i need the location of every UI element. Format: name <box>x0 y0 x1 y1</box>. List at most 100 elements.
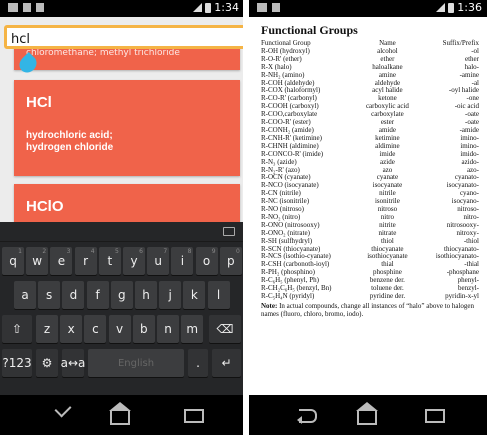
key-label: l <box>216 288 221 302</box>
key-label: y <box>130 254 138 268</box>
key-c[interactable]: c <box>84 315 107 343</box>
key-z[interactable]: z <box>36 315 58 343</box>
key-g[interactable]: g <box>110 281 133 309</box>
key-label: x <box>67 322 75 336</box>
soft-keyboard: q 1 w 2 e 3 r 4 t 5 y 6 u 7 i 8 o 9 p 0 a s d f g h j k l ⇧ z x c v b n m ⌫ ?1… <box>0 222 243 395</box>
key-label: t <box>107 254 113 268</box>
key-label: e <box>57 254 66 268</box>
back-icon[interactable] <box>54 400 72 418</box>
key-d[interactable]: d <box>62 281 85 309</box>
key-label: ⚙ <box>41 356 53 370</box>
key-label: b <box>139 322 148 336</box>
key-label: s <box>46 288 53 302</box>
symbols-key[interactable]: ?123 <box>2 349 32 377</box>
key-label: j <box>168 288 172 302</box>
key-label: k <box>190 288 198 302</box>
keyboard-toolbar <box>0 222 243 242</box>
key-r[interactable]: r4 <box>74 247 97 275</box>
table-row: R-C₅H₄N (pyridyl) pyridine der. pyridin-x-… <box>261 292 479 301</box>
key-alt-label: 0 <box>235 248 240 255</box>
shift-key[interactable]: ⇧ <box>2 315 32 343</box>
status-time: 1:36 <box>457 1 482 14</box>
recent-apps-icon[interactable] <box>425 409 445 423</box>
functional-groups-table: Functional Group Name Suffix/Prefix R-OH… <box>261 39 479 301</box>
enter-key[interactable]: ↵ <box>212 349 241 377</box>
settings-key[interactable]: ⚙ <box>36 349 58 377</box>
result-card-hcl[interactable]: HCl hydrochloric acid; hydrogen chloride <box>14 80 240 176</box>
group-cell: R-C₅H₄N (pyridyl) <box>261 292 315 300</box>
keyboard-menu-icon[interactable] <box>223 227 235 236</box>
key-u[interactable]: u7 <box>147 247 170 275</box>
key-label: a <box>21 288 29 302</box>
home-icon[interactable] <box>356 402 378 425</box>
space-key[interactable]: English <box>88 349 184 377</box>
result-formula: HCl <box>26 94 52 111</box>
key-alt-label: 9 <box>211 248 216 255</box>
period-key[interactable]: . <box>188 349 208 377</box>
document-title: Functional Groups <box>261 23 358 37</box>
key-j[interactable]: j <box>159 281 182 309</box>
key-m[interactable]: m <box>181 315 204 343</box>
key-label: a↔a <box>60 356 86 370</box>
key-alt-label: 6 <box>139 248 143 255</box>
key-label: u <box>154 254 162 268</box>
key-label: m <box>186 322 199 336</box>
key-b[interactable]: b <box>132 315 155 343</box>
column-header: Suffix/Prefix <box>442 39 479 47</box>
key-p[interactable]: p0 <box>219 247 242 275</box>
status-bar: 1:36 <box>249 0 487 17</box>
result-card-hclo[interactable]: HClO <box>14 184 240 224</box>
image-icon <box>36 3 44 12</box>
key-h[interactable]: h <box>135 281 157 309</box>
key-s[interactable]: s <box>38 281 61 309</box>
key-q[interactable]: q1 <box>2 247 24 275</box>
home-icon[interactable] <box>109 402 131 425</box>
key-label: d <box>69 288 78 302</box>
back-icon[interactable] <box>297 409 319 424</box>
key-alt-label: 7 <box>163 248 168 255</box>
image-icon <box>272 3 280 12</box>
key-x[interactable]: x <box>60 315 83 343</box>
document-note: Note: In actual compounds, change all in… <box>261 302 479 318</box>
key-t[interactable]: t5 <box>98 247 121 275</box>
key-k[interactable]: k <box>183 281 206 309</box>
key-f[interactable]: f <box>86 281 109 309</box>
key-n[interactable]: n <box>157 315 179 343</box>
status-bar: 1:34 <box>0 0 243 17</box>
key-i[interactable]: i8 <box>171 247 194 275</box>
notification-icon <box>8 3 18 12</box>
key-label: w <box>32 254 43 268</box>
result-names: chloromethane; methyl trichloride <box>26 48 180 58</box>
key-label: . <box>196 356 200 370</box>
key-o[interactable]: o9 <box>195 247 218 275</box>
key-label: English <box>117 357 155 369</box>
result-formula: HClO <box>26 198 64 215</box>
suffix-cell: pyridin-x-yl <box>445 292 479 300</box>
reference-document[interactable]: Functional Groups Functional Group Name … <box>249 17 487 395</box>
key-e[interactable]: e3 <box>50 247 73 275</box>
search-box[interactable] <box>4 25 243 49</box>
key-label: ↵ <box>221 356 232 370</box>
key-v[interactable]: v <box>108 315 131 343</box>
key-label: n <box>164 322 172 336</box>
key-a[interactable]: a <box>14 281 36 309</box>
key-alt-label: 2 <box>42 248 47 255</box>
delete-key[interactable]: ⌫ <box>209 315 241 343</box>
key-label: r <box>83 254 89 268</box>
key-label: i <box>180 254 185 268</box>
notification-icon <box>257 3 267 12</box>
status-time: 1:34 <box>214 1 239 14</box>
key-label: o <box>202 254 211 268</box>
key-alt-label: 8 <box>187 248 192 255</box>
key-l[interactable]: l <box>207 281 230 309</box>
key-w[interactable]: w2 <box>26 247 49 275</box>
signal-icon <box>193 3 203 12</box>
suffix-cell: -amine <box>459 70 479 79</box>
recent-apps-icon[interactable] <box>184 409 204 423</box>
language-switch-key[interactable]: a↔a <box>60 349 86 377</box>
search-input[interactable] <box>7 30 243 49</box>
key-label: ⌫ <box>216 322 234 336</box>
note-text: In actual compounds, change all instance… <box>261 301 475 318</box>
key-y[interactable]: y6 <box>123 247 145 275</box>
key-label: z <box>43 322 51 336</box>
